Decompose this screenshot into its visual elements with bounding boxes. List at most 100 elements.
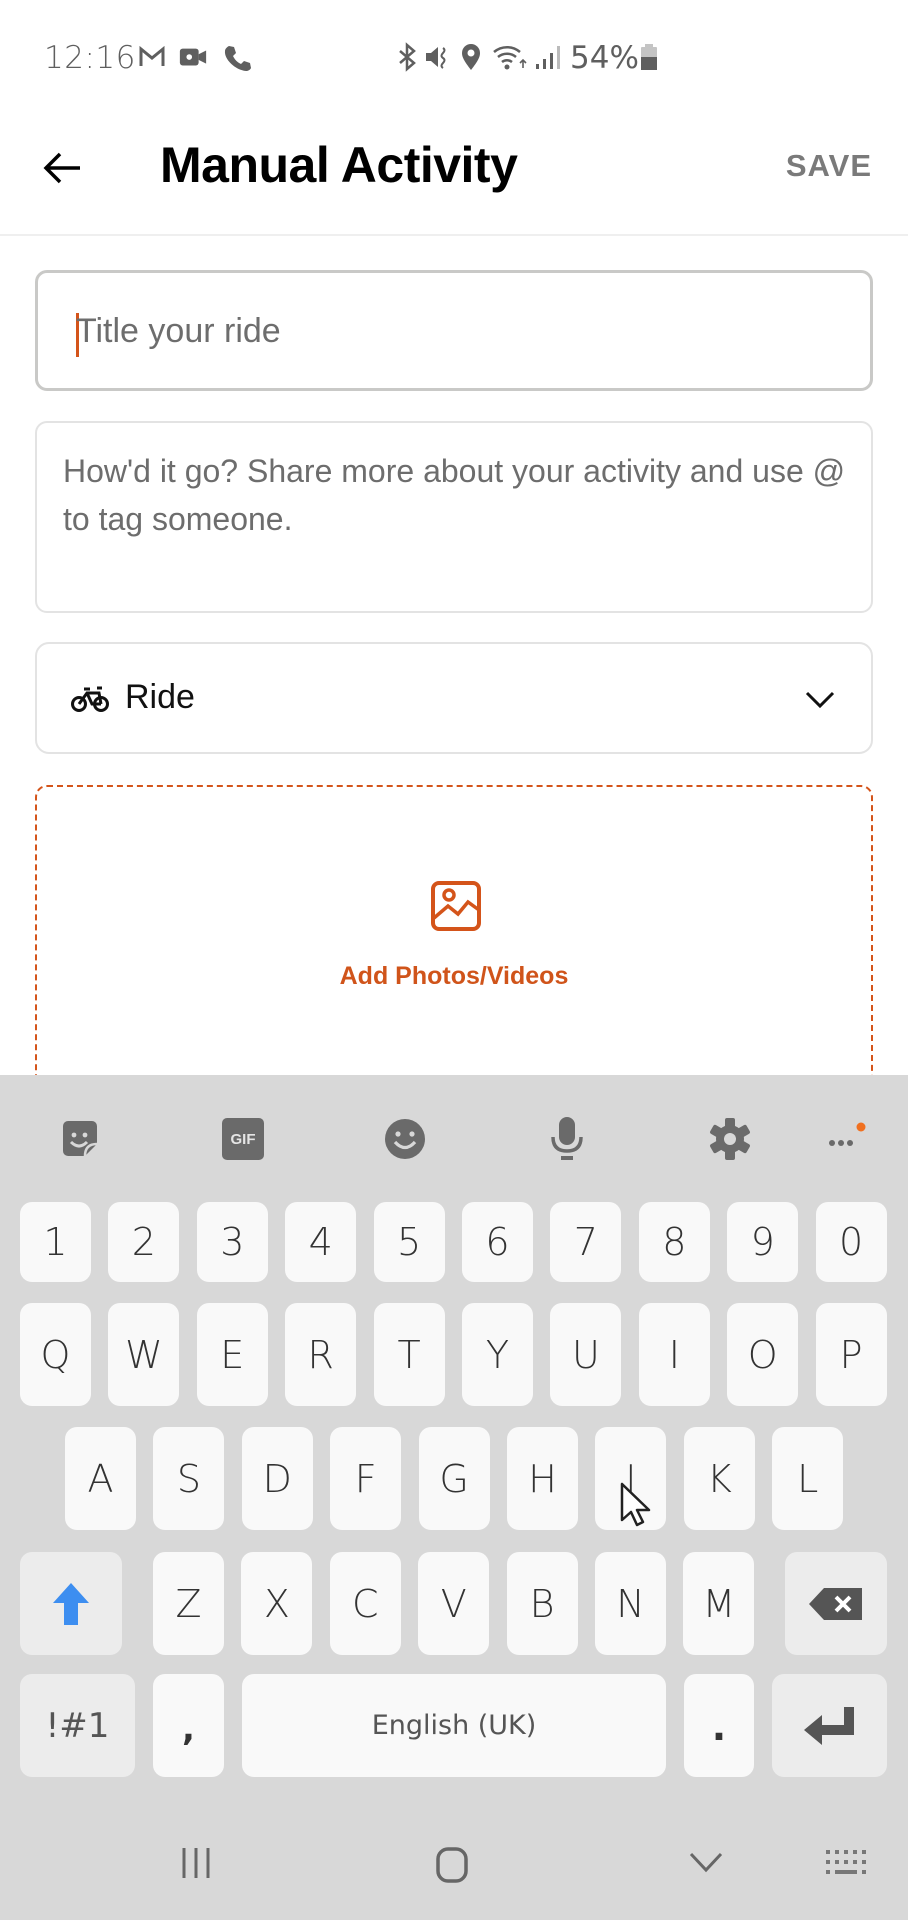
keyboard-switch-button[interactable] <box>824 1843 868 1883</box>
sticker-button[interactable] <box>56 1115 104 1163</box>
key-label: 9 <box>750 1220 775 1264</box>
key-label: Y <box>485 1332 510 1377</box>
comma-key[interactable]: , <box>153 1674 224 1777</box>
number-key-9[interactable]: 9 <box>727 1202 799 1282</box>
backspace-key[interactable] <box>785 1552 887 1655</box>
letter-key-m[interactable]: M <box>683 1552 755 1655</box>
bike-icon <box>71 686 109 712</box>
key-label: Z <box>175 1581 202 1626</box>
number-key-2[interactable]: 2 <box>108 1202 180 1282</box>
letter-key-v[interactable]: V <box>418 1552 490 1655</box>
number-key-0[interactable]: 0 <box>815 1202 887 1282</box>
letter-key-h[interactable]: H <box>507 1427 578 1530</box>
key-label: N <box>616 1581 645 1626</box>
description-input[interactable] <box>63 447 853 597</box>
number-key-1[interactable]: 1 <box>20 1202 91 1282</box>
page-title: Manual Activity <box>160 137 518 193</box>
home-button[interactable] <box>430 1843 474 1887</box>
letter-key-r[interactable]: R <box>285 1303 357 1406</box>
key-label: A <box>87 1456 114 1501</box>
letter-key-e[interactable]: E <box>196 1303 268 1406</box>
keyboard-settings-button[interactable] <box>706 1115 754 1163</box>
number-key-5[interactable]: 5 <box>373 1202 445 1282</box>
gmail-icon <box>139 45 165 66</box>
battery-percent: 54% <box>570 40 639 76</box>
key-label: 5 <box>397 1220 422 1264</box>
letter-key-u[interactable]: U <box>550 1303 622 1406</box>
shift-key[interactable] <box>20 1552 122 1655</box>
letter-key-o[interactable]: O <box>727 1303 799 1406</box>
back-chevron-icon <box>689 1852 723 1873</box>
key-label: W <box>125 1332 163 1377</box>
key-label: G <box>439 1456 469 1501</box>
letter-key-t[interactable]: T <box>373 1303 445 1406</box>
back-button[interactable] <box>36 142 88 194</box>
battery-icon <box>641 44 657 70</box>
number-key-7[interactable]: 7 <box>550 1202 622 1282</box>
key-label: L <box>797 1456 819 1501</box>
title-field[interactable] <box>35 270 873 391</box>
key-label: U <box>571 1332 600 1377</box>
emoji-button[interactable] <box>381 1115 429 1163</box>
letter-key-j[interactable]: J <box>595 1427 667 1530</box>
key-label: 4 <box>308 1220 333 1264</box>
enter-icon <box>803 1706 854 1745</box>
more-icon <box>829 1122 866 1146</box>
more-options-button[interactable] <box>822 1115 870 1163</box>
letter-key-d[interactable]: D <box>241 1427 313 1530</box>
recents-button[interactable] <box>176 1843 216 1883</box>
number-key-3[interactable]: 3 <box>196 1202 268 1282</box>
key-label: 7 <box>573 1220 598 1264</box>
letter-key-p[interactable]: P <box>815 1303 887 1406</box>
letter-key-l[interactable]: L <box>772 1427 844 1530</box>
key-label: V <box>440 1581 467 1626</box>
letter-key-y[interactable]: Y <box>462 1303 533 1406</box>
letter-key-s[interactable]: S <box>153 1427 225 1530</box>
sport-type-value: Ride <box>125 678 195 716</box>
key-label: H <box>528 1456 557 1501</box>
letter-key-z[interactable]: Z <box>153 1552 224 1655</box>
sticker-icon <box>63 1121 98 1157</box>
hide-keyboard-button[interactable] <box>686 1843 726 1883</box>
gif-button[interactable]: GIF <box>219 1115 267 1163</box>
key-label: S <box>176 1456 201 1501</box>
letter-key-b[interactable]: B <box>506 1552 578 1655</box>
gif-label: GIF <box>230 1130 256 1148</box>
number-key-8[interactable]: 8 <box>638 1202 710 1282</box>
letter-key-f[interactable]: F <box>330 1427 402 1530</box>
voice-input-button[interactable] <box>543 1115 591 1163</box>
space-key[interactable]: English (UK) <box>242 1674 666 1777</box>
letter-key-q[interactable]: Q <box>20 1303 91 1406</box>
sport-type-select[interactable]: Ride <box>35 642 873 754</box>
letter-key-c[interactable]: C <box>329 1552 401 1655</box>
period-key[interactable]: . <box>684 1674 754 1777</box>
description-field[interactable] <box>35 421 873 613</box>
key-label: P <box>839 1332 863 1377</box>
key-label: B <box>529 1581 555 1626</box>
key-label: R <box>307 1332 334 1377</box>
letter-key-a[interactable]: A <box>65 1427 136 1530</box>
chevron-down-icon <box>805 691 835 709</box>
enter-key[interactable] <box>772 1674 887 1777</box>
period-key-label: . <box>711 1705 727 1749</box>
letter-key-x[interactable]: X <box>241 1552 313 1655</box>
title-input[interactable] <box>76 301 836 361</box>
number-key-4[interactable]: 4 <box>285 1202 357 1282</box>
app-header: Manual Activity SAVE <box>0 110 908 236</box>
letter-key-n[interactable]: N <box>595 1552 666 1655</box>
number-key-6[interactable]: 6 <box>462 1202 533 1282</box>
comma-key-label: , <box>182 1709 195 1749</box>
key-label: 1 <box>43 1220 68 1264</box>
shift-arrow-icon <box>53 1582 89 1625</box>
location-icon <box>462 44 480 70</box>
save-button[interactable]: SAVE <box>786 148 872 184</box>
recents-icon <box>182 1848 210 1878</box>
symbols-key[interactable]: !#1 <box>20 1674 135 1777</box>
letter-key-g[interactable]: G <box>418 1427 490 1530</box>
key-label: M <box>702 1581 736 1626</box>
symbols-key-label: !#1 <box>45 1705 110 1746</box>
letter-key-w[interactable]: W <box>108 1303 180 1406</box>
letter-key-k[interactable]: K <box>683 1427 755 1530</box>
key-label: Q <box>40 1332 71 1377</box>
letter-key-i[interactable]: I <box>638 1303 710 1406</box>
